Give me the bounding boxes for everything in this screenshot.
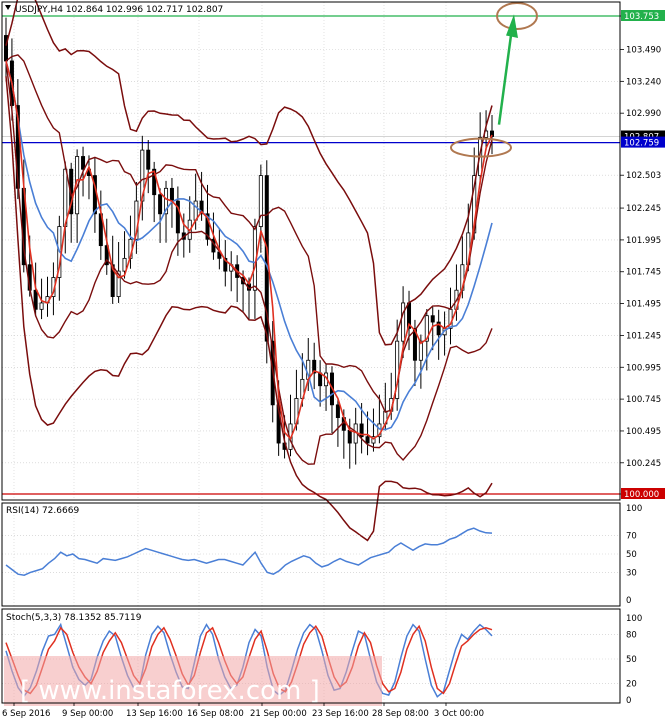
candle-body bbox=[33, 289, 38, 310]
candlesticks bbox=[4, 17, 494, 469]
x-tick-label: 28 Sep 08:00 bbox=[372, 709, 429, 719]
panel-frame bbox=[1, 502, 621, 607]
candle-body bbox=[430, 315, 435, 323]
candle-body bbox=[401, 302, 406, 342]
rsi-tick-label: 0 bbox=[626, 596, 631, 606]
candle-body bbox=[365, 436, 370, 444]
collapse-arrow-icon bbox=[5, 5, 11, 10]
bollinger-lower-10 bbox=[5, 60, 493, 465]
rsi-panel bbox=[2, 527, 620, 576]
y-tick-label: 100.245 bbox=[626, 459, 661, 469]
price-tag-label: 102.759 bbox=[624, 139, 659, 149]
y-tick-label: 102.503 bbox=[626, 171, 661, 181]
candle-body bbox=[146, 149, 151, 170]
candle-body bbox=[318, 372, 323, 387]
candle-body bbox=[158, 194, 163, 215]
rsi-tick-label: 70 bbox=[626, 532, 637, 542]
stoch-tick-label: 0 bbox=[626, 696, 631, 706]
y-tick-label: 102.990 bbox=[626, 109, 661, 119]
stoch-title: Stoch(5,3,3) 78.1352 85.7119 bbox=[6, 613, 142, 623]
y-tick-label: 100.495 bbox=[626, 427, 661, 437]
candle-body bbox=[169, 187, 174, 202]
y-tick-label: 103.490 bbox=[626, 45, 661, 55]
y-tick-label: 101.245 bbox=[626, 331, 661, 341]
panel-frames bbox=[1, 1, 621, 704]
rsi-title: RSI(14) 72.6669 bbox=[6, 506, 79, 516]
x-tick-label: 3 Oct 00:00 bbox=[434, 709, 484, 719]
rsi-line bbox=[5, 527, 493, 576]
x-tick-label: 13 Sep 16:00 bbox=[126, 709, 183, 719]
candle-body bbox=[39, 302, 44, 310]
x-tick-label: 23 Sep 16:00 bbox=[312, 709, 369, 719]
candle-body bbox=[335, 404, 340, 418]
main-grid bbox=[2, 2, 620, 703]
stoch-tick-label: 20 bbox=[626, 680, 637, 690]
candle-body bbox=[347, 429, 352, 444]
rsi-tick-label: 30 bbox=[626, 568, 637, 578]
main-panel-lines bbox=[2, 15, 620, 495]
arrow-head bbox=[506, 14, 518, 39]
y-tick-label: 101.745 bbox=[626, 268, 661, 278]
target-arrow bbox=[497, 27, 514, 125]
y-tick-label: 101.495 bbox=[626, 300, 661, 310]
price-tag-label: 103.753 bbox=[624, 12, 659, 22]
y-tick-label: 100.995 bbox=[626, 363, 661, 373]
rsi-tick-label: 100 bbox=[626, 504, 642, 514]
stoch-tick-label: 80 bbox=[626, 630, 637, 640]
axes: 103.753 103.490 103.240 102.990 102.503 102.2… bbox=[2, 5, 665, 719]
candle-body bbox=[81, 156, 86, 170]
main-title: USDJPY,H4 102.864 102.996 102.717 102.80… bbox=[15, 5, 223, 15]
y-tick-label: 102.245 bbox=[626, 204, 661, 214]
stoch-tick-label: 50 bbox=[626, 655, 637, 665]
forex-chart: [ www.instaforex.com ] 103.753103.490103… bbox=[1, 0, 665, 719]
rsi-tick-label: 50 bbox=[626, 550, 637, 560]
price-tag-label: 100.000 bbox=[624, 490, 659, 500]
watermark-text: [ www.instaforex.com ] bbox=[20, 676, 320, 706]
ma-red-line bbox=[5, 60, 493, 441]
watermark: [ www.instaforex.com ] bbox=[4, 656, 382, 706]
panel-frame bbox=[1, 1, 621, 501]
x-tick-label: 21 Sep 00:00 bbox=[250, 709, 307, 719]
x-tick-label: 9 Sep 00:00 bbox=[62, 709, 113, 719]
ma-blue-line bbox=[5, 60, 493, 431]
stoch-tick-label: 100 bbox=[626, 614, 642, 624]
y-tick-label: 103.240 bbox=[626, 77, 661, 87]
x-tick-label: 16 Sep 08:00 bbox=[187, 709, 244, 719]
x-tick-label: 6 Sep 2016 bbox=[2, 709, 50, 719]
y-tick-label: 101.995 bbox=[626, 236, 661, 246]
y-tick-label: 100.745 bbox=[626, 395, 661, 405]
